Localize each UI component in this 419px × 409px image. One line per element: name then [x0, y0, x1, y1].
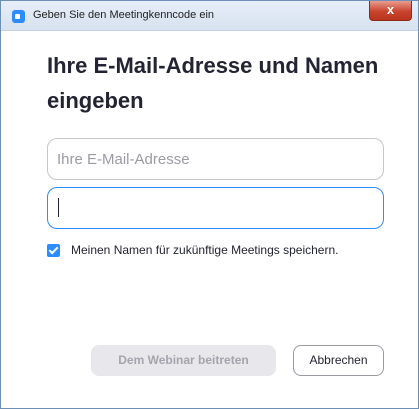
title-bar: Geben Sie den Meetingkenncode ein x: [1, 1, 418, 31]
join-webinar-button[interactable]: Dem Webinar beitreten: [91, 345, 276, 376]
remember-name-checkbox[interactable]: [47, 244, 60, 257]
email-input[interactable]: [47, 138, 384, 180]
remember-name-label[interactable]: Meinen Namen für zukünftige Meetings spe…: [71, 243, 338, 257]
dialog-window: Geben Sie den Meetingkenncode ein x Ihre…: [0, 0, 419, 409]
page-title: Ihre E-Mail-Adresse und Namen eingeben: [47, 53, 379, 113]
name-input[interactable]: [47, 187, 384, 229]
close-button[interactable]: x: [369, 1, 412, 21]
text-caret: [58, 198, 59, 217]
close-icon: x: [386, 2, 395, 17]
zoom-app-icon: [12, 10, 25, 23]
cancel-button[interactable]: Abbrechen: [293, 345, 384, 376]
window-title: Geben Sie den Meetingkenncode ein: [33, 9, 215, 21]
